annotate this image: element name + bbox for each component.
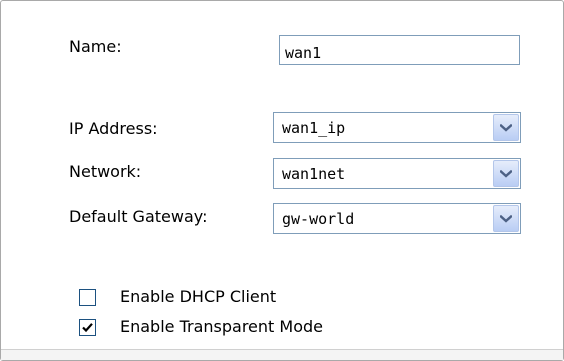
- checkmark-icon: [82, 322, 93, 332]
- ip-address-selected-value: wan1_ip: [282, 119, 346, 137]
- name-input[interactable]: [279, 35, 520, 65]
- dhcp-client-label: Enable DHCP Client: [120, 287, 277, 306]
- dhcp-client-option[interactable]: Enable DHCP Client: [79, 287, 277, 306]
- dhcp-client-checkbox[interactable]: [79, 288, 96, 306]
- settings-panel: Name: IP Address: wan1_ip Network: wan1n…: [0, 0, 564, 361]
- chevron-down-icon: [500, 123, 512, 132]
- default-gateway-label: Default Gateway:: [69, 207, 208, 226]
- transparent-mode-option[interactable]: Enable Transparent Mode: [79, 317, 323, 336]
- transparent-mode-label: Enable Transparent Mode: [120, 317, 323, 336]
- default-gateway-select[interactable]: gw-world: [273, 203, 521, 234]
- default-gateway-selected-value: gw-world: [282, 210, 355, 228]
- transparent-mode-checkbox[interactable]: [79, 318, 96, 336]
- ip-address-dropdown-button[interactable]: [493, 114, 519, 141]
- network-select[interactable]: wan1net: [273, 158, 521, 189]
- ip-address-select[interactable]: wan1_ip: [273, 112, 521, 143]
- ip-address-label: IP Address:: [69, 119, 158, 138]
- network-dropdown-button[interactable]: [493, 160, 519, 187]
- chevron-down-icon: [500, 169, 512, 178]
- network-selected-value: wan1net: [282, 165, 346, 183]
- network-label: Network:: [69, 162, 142, 181]
- name-label: Name:: [69, 37, 122, 56]
- default-gateway-dropdown-button[interactable]: [493, 205, 519, 232]
- chevron-down-icon: [500, 214, 512, 223]
